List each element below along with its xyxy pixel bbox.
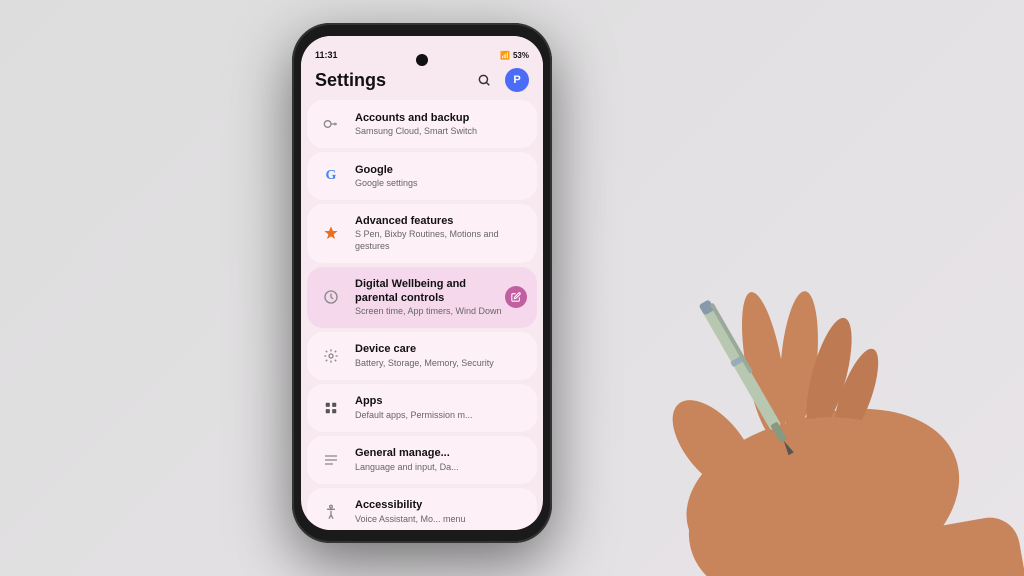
accessibility-title: Accessibility: [355, 498, 527, 512]
wellbeing-icon: [317, 283, 345, 311]
settings-item-general[interactable]: General manage... Language and input, Da…: [307, 436, 537, 484]
camera-notch: [416, 54, 428, 66]
general-icon: [317, 446, 345, 474]
accessibility-icon: [317, 498, 345, 526]
accounts-subtitle: Samsung Cloud, Smart Switch: [355, 126, 527, 138]
accounts-text: Accounts and backup Samsung Cloud, Smart…: [355, 111, 527, 138]
phone: 11:31 📶 53% Settings P: [292, 23, 552, 543]
search-button[interactable]: [473, 69, 495, 91]
device-icon: [317, 342, 345, 370]
apps-icon: [317, 394, 345, 422]
apps-subtitle: Default apps, Permission m...: [355, 410, 527, 422]
general-text: General manage... Language and input, Da…: [355, 446, 527, 473]
settings-item-accounts[interactable]: Accounts and backup Samsung Cloud, Smart…: [307, 100, 537, 148]
settings-item-device[interactable]: Device care Battery, Storage, Memory, Se…: [307, 332, 537, 380]
phone-screen: 11:31 📶 53% Settings P: [301, 36, 543, 530]
key-icon: [317, 110, 345, 138]
apps-text: Apps Default apps, Permission m...: [355, 394, 527, 421]
settings-header: Settings P: [301, 62, 543, 100]
signal-icon: 📶: [500, 51, 510, 60]
wellbeing-subtitle: Screen time, App timers, Wind Down: [355, 306, 505, 318]
advanced-icon: [317, 219, 345, 247]
general-subtitle: Language and input, Da...: [355, 462, 527, 474]
accounts-title: Accounts and backup: [355, 111, 527, 125]
settings-item-wellbeing[interactable]: Digital Wellbeing and parental controls …: [307, 267, 537, 328]
header-icons: P: [473, 68, 529, 92]
hand-overlay: [504, 156, 1024, 576]
accessibility-subtitle: Voice Assistant, Mo... menu: [355, 514, 527, 526]
apps-title: Apps: [355, 394, 527, 408]
wellbeing-title: Digital Wellbeing and parental controls: [355, 277, 505, 306]
google-text: Google Google settings: [355, 163, 527, 190]
battery-text: 53%: [513, 51, 529, 60]
google-icon: G: [317, 162, 345, 190]
device-subtitle: Battery, Storage, Memory, Security: [355, 358, 527, 370]
advanced-subtitle: S Pen, Bixby Routines, Motions and gestu…: [355, 229, 527, 252]
general-title: General manage...: [355, 446, 527, 460]
device-title: Device care: [355, 342, 527, 356]
settings-item-google[interactable]: G Google Google settings: [307, 152, 537, 200]
settings-list: Accounts and backup Samsung Cloud, Smart…: [301, 100, 543, 530]
settings-item-advanced[interactable]: Advanced features S Pen, Bixby Routines,…: [307, 204, 537, 263]
settings-item-apps[interactable]: Apps Default apps, Permission m...: [307, 384, 537, 432]
google-title: Google: [355, 163, 527, 177]
settings-item-accessibility[interactable]: Accessibility Voice Assistant, Mo... men…: [307, 488, 537, 530]
status-icons: 📶 53%: [500, 43, 529, 60]
wellbeing-text: Digital Wellbeing and parental controls …: [355, 277, 505, 318]
advanced-text: Advanced features S Pen, Bixby Routines,…: [355, 214, 527, 253]
device-text: Device care Battery, Storage, Memory, Se…: [355, 342, 527, 369]
accessibility-text: Accessibility Voice Assistant, Mo... men…: [355, 498, 527, 525]
google-subtitle: Google settings: [355, 178, 527, 190]
profile-avatar[interactable]: P: [505, 68, 529, 92]
advanced-title: Advanced features: [355, 214, 527, 228]
status-time: 11:31: [315, 42, 338, 60]
settings-title: Settings: [315, 70, 386, 91]
edit-button[interactable]: [505, 286, 527, 308]
